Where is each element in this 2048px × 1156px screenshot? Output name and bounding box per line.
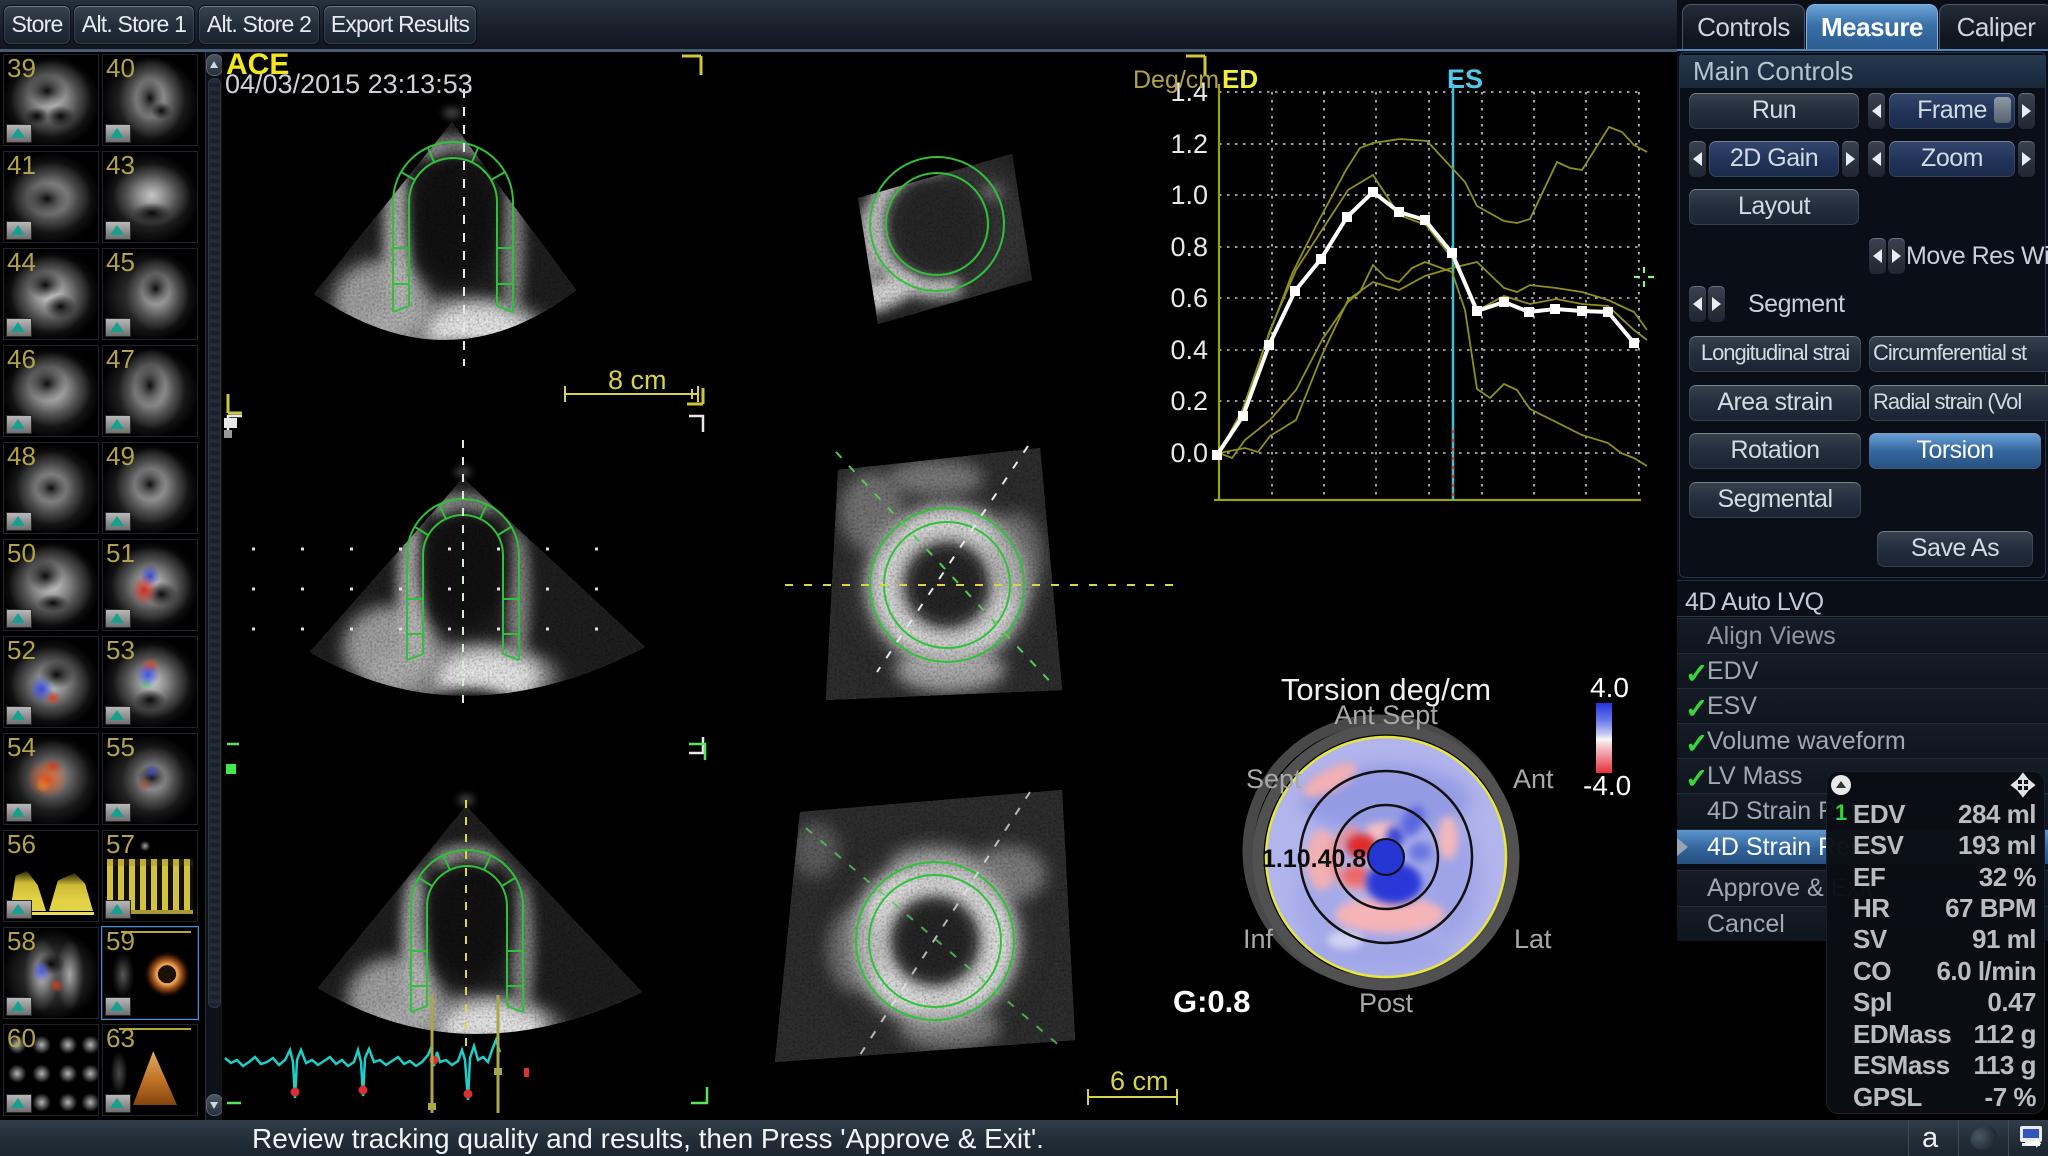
svg-text:G:0.8: G:0.8: [1173, 984, 1251, 1019]
svg-text:0.8: 0.8: [1170, 232, 1208, 262]
svg-text:8 cm: 8 cm: [608, 365, 667, 395]
svg-text:04/03/2015 23:13:53: 04/03/2015 23:13:53: [225, 69, 473, 99]
svg-text:6 cm: 6 cm: [1110, 1066, 1169, 1096]
svg-text:1.2: 1.2: [1170, 129, 1208, 159]
svg-text:1.0: 1.0: [1170, 180, 1208, 210]
svg-text:Ant Sept: Ant Sept: [1334, 700, 1438, 730]
svg-text:Sept: Sept: [1246, 764, 1302, 794]
svg-text:Deg/cm: Deg/cm: [1133, 66, 1219, 94]
svg-text:Post: Post: [1359, 988, 1414, 1018]
svg-text:0.2: 0.2: [1170, 386, 1208, 416]
svg-text:1: 1: [1835, 800, 1847, 825]
svg-text:0.4: 0.4: [1170, 335, 1208, 365]
svg-text:0.0: 0.0: [1170, 438, 1208, 468]
svg-text:0.6: 0.6: [1170, 283, 1208, 313]
svg-text:Inf: Inf: [1243, 924, 1274, 954]
svg-text:Lat: Lat: [1514, 924, 1552, 954]
svg-text:ED: ED: [1222, 64, 1258, 94]
svg-text:1.10.40.8: 1.10.40.8: [1262, 845, 1366, 873]
svg-text:4.0: 4.0: [1590, 672, 1629, 703]
svg-text:-4.0: -4.0: [1583, 770, 1631, 801]
svg-text:Ant: Ant: [1513, 764, 1554, 794]
